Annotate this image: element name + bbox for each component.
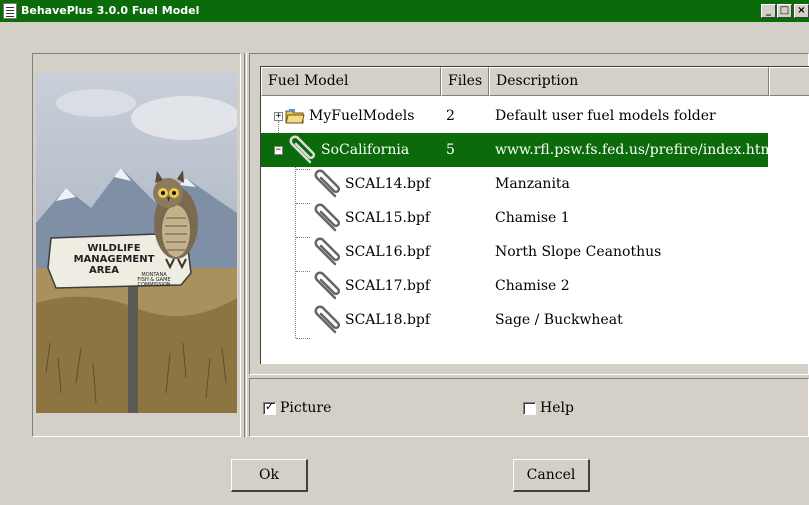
paperclip-icon [314,237,341,266]
help-checkbox-label[interactable]: Help [540,400,574,416]
fuel-model-name: SCAL16.bpf [345,244,431,260]
tree-row-file[interactable]: SCAL15.bpf Chamise 1 [261,201,809,235]
description-text: North Slope Ceanothus [495,244,662,260]
fuel-model-name: SCAL14.bpf [345,176,431,192]
fuel-model-name: SCAL17.bpf [345,278,431,294]
picture-panel: WILDLIFE MANAGEMENT AREA MONTANA FISH & … [32,53,241,437]
description-text: Chamise 1 [495,210,570,226]
sign-small-text-3: COMMISSION [137,282,170,288]
description-text: www.rfl.psw.fs.fed.us/prefire/index.html [495,142,779,158]
sign-text-1: WILDLIFE [87,243,140,254]
picture-checkbox-label[interactable]: Picture [280,400,331,416]
paperclip-icon [314,305,341,334]
tree-row-socalifornia[interactable]: − SoCalifornia 5 www.rfl.psw.fs.fed.us/p… [261,133,778,167]
column-header-filler [769,67,809,96]
paperclip-icon [314,203,341,232]
fuel-model-name: SoCalifornia [321,142,410,158]
checkmark-icon: ✓ [265,400,275,413]
paperclip-icon [289,135,316,164]
files-count: 5 [446,142,455,158]
sign-text-3: AREA [89,265,119,276]
window-title: BehavePlus 3.0.0 Fuel Model [21,4,200,17]
owl-illustration: WILDLIFE MANAGEMENT AREA MONTANA FISH & … [36,73,237,413]
paperclip-icon [314,271,341,300]
fuel-model-name: SCAL15.bpf [345,210,431,226]
description-text: Manzanita [495,176,570,192]
tree-row-file[interactable]: SCAL17.bpf Chamise 2 [261,269,809,303]
maximize-button[interactable]: □ [777,4,792,18]
panel-divider[interactable] [244,53,247,437]
picture-checkbox[interactable]: ✓ [263,400,276,415]
app-document-icon [3,3,17,19]
owl-wildlife-picture: WILDLIFE MANAGEMENT AREA MONTANA FISH & … [36,73,237,413]
paperclip-icon [314,169,341,198]
description-text: Chamise 2 [495,278,570,294]
options-panel: ✓ Picture Help [249,378,809,437]
title-bar: BehavePlus 3.0.0 Fuel Model _ □ × [0,0,809,22]
minimize-button[interactable]: _ [761,4,776,18]
column-header-fuel-model[interactable]: Fuel Model [261,67,441,96]
column-header-description[interactable]: Description [489,67,769,96]
cancel-button[interactable]: Cancel [513,459,590,492]
expand-toggle[interactable]: + [274,112,283,121]
files-count: 2 [446,108,455,124]
fuel-model-name: SCAL18.bpf [345,312,431,328]
collapse-toggle[interactable]: − [274,146,283,155]
tree-row-file[interactable]: SCAL16.bpf North Slope Ceanothus [261,235,809,269]
ok-button[interactable]: Ok [231,459,308,492]
sign-text-2: MANAGEMENT [74,254,155,265]
column-header-files[interactable]: Files [441,67,489,96]
close-button[interactable]: × [794,4,809,18]
description-text: Sage / Buckwheat [495,312,623,328]
tree-row-myfuelmodels[interactable]: + MyFuelModels 2 Default user fuel model… [261,99,809,133]
help-checkbox[interactable] [523,402,536,415]
tree-row-file[interactable]: SCAL14.bpf Manzanita [261,167,809,201]
description-text: Default user fuel models folder [495,108,716,124]
tree-line [296,338,310,339]
fuel-model-name: MyFuelModels [309,108,415,124]
tree-row-file[interactable]: SCAL18.bpf Sage / Buckwheat [261,303,809,337]
folder-icon [285,109,305,124]
fuel-model-tree[interactable]: Fuel Model Files Description + MyFuelMod… [260,66,809,364]
